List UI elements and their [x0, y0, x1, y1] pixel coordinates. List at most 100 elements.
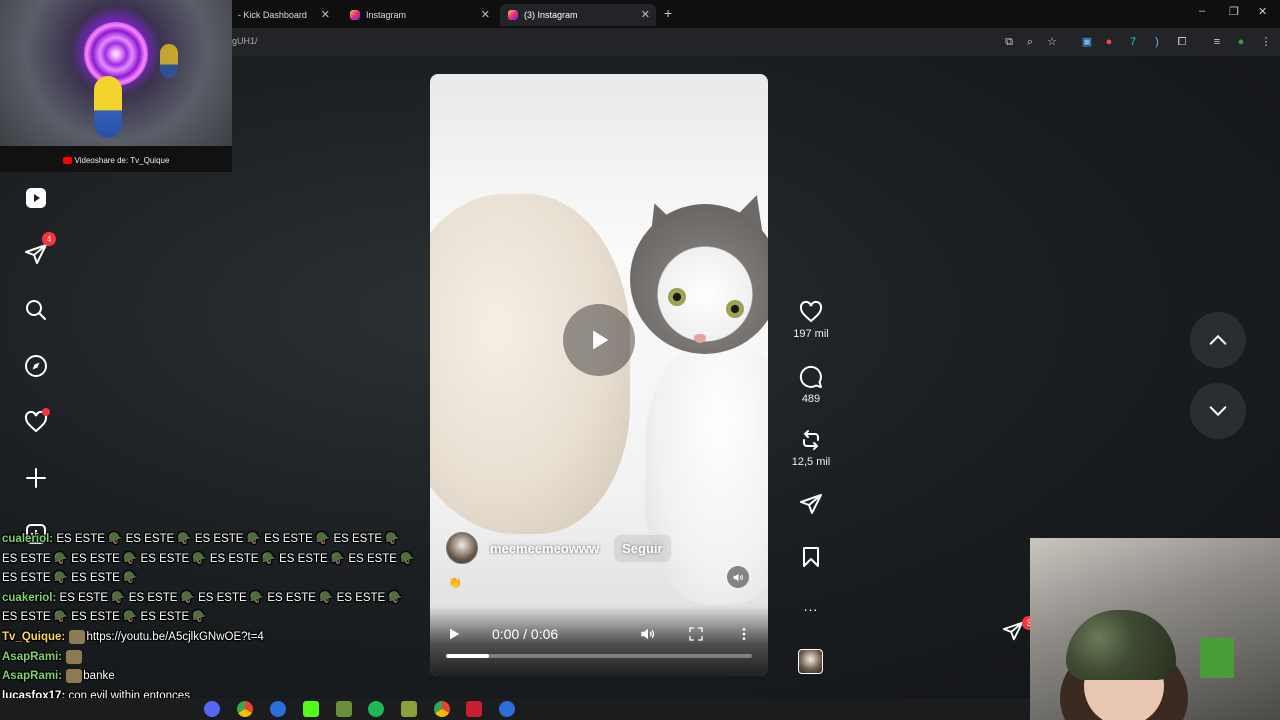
reel-author: meemeemeowww Seguir — [446, 532, 672, 564]
videoshare-overlay: Videoshare de: Tv_Quique — [0, 0, 232, 172]
video-progress-fill — [446, 654, 489, 658]
videoshare-label: Videoshare de: Tv_Quique — [74, 156, 170, 165]
menu-kebab-icon[interactable]: ⋮ — [1258, 34, 1274, 50]
reel-video[interactable]: meemeemeowww Seguir 👏 0:00 / 0:06 — [430, 74, 768, 676]
chevron-down-icon — [1209, 406, 1227, 417]
chat-emote — [69, 629, 86, 644]
sidebar-item-explore[interactable] — [20, 350, 52, 382]
app-icon[interactable] — [270, 701, 286, 717]
close-tab-icon[interactable]: ✕ — [641, 8, 650, 21]
chat-username: AsapRami: — [2, 670, 66, 683]
portal-image — [84, 22, 148, 86]
tab-title: Instagram — [366, 10, 407, 20]
instagram-icon — [350, 10, 360, 20]
tab-instagram[interactable]: Instagram ✕ — [342, 4, 496, 26]
tab-kick-dashboard[interactable]: 7 - Kick Dashboard ✕ — [214, 4, 336, 26]
volume-icon[interactable] — [639, 625, 657, 643]
fullscreen-icon[interactable] — [688, 626, 704, 642]
close-window-button[interactable]: ✕ — [1258, 5, 1267, 18]
chat-username: Tv_Quique: — [2, 630, 69, 643]
cat-nose — [694, 334, 706, 343]
chat-message: ES ESTE 🪖 ES ESTE 🪖 ES ESTE 🪖 — [0, 608, 420, 628]
minecraft-icon[interactable] — [336, 701, 352, 717]
app-icon[interactable] — [499, 701, 515, 717]
zoom-icon[interactable]: ⌕ — [1022, 34, 1038, 50]
discord-icon[interactable] — [204, 701, 220, 717]
save-button[interactable] — [786, 545, 836, 569]
videoshare-video — [0, 0, 232, 146]
sidebar-item-direct[interactable]: 4 — [20, 232, 56, 270]
reading-list-icon[interactable]: ≡ — [1209, 34, 1225, 50]
chat-message: AsapRami: — [0, 648, 420, 668]
cast-icon[interactable]: ⧉ — [1001, 34, 1017, 50]
send-icon — [25, 244, 47, 264]
cat-body-image — [645, 344, 768, 604]
new-tab-button[interactable]: + — [664, 5, 672, 21]
chat-message: ES ESTE 🪖 ES ESTE 🪖 — [0, 569, 420, 589]
chrome-icon[interactable] — [237, 701, 253, 717]
author-username[interactable]: meemeemeowww — [490, 541, 599, 556]
chat-message: AsapRami: banke — [0, 667, 420, 687]
creeper-plush — [1200, 638, 1234, 678]
windows-taskbar — [0, 698, 1030, 720]
floating-messages-button[interactable]: 3 — [1002, 616, 1036, 646]
repost-count: 12,5 mil — [791, 456, 831, 468]
app-icon[interactable] — [466, 701, 482, 717]
mute-button[interactable] — [727, 566, 749, 588]
caption-emoji: 👏 — [448, 577, 462, 589]
more-options-icon[interactable] — [736, 626, 752, 642]
play-icon[interactable] — [446, 626, 462, 642]
previous-reel-button[interactable] — [1190, 312, 1246, 368]
extension-icon[interactable]: ● — [1101, 34, 1117, 50]
avatar[interactable] — [446, 532, 478, 564]
next-reel-button[interactable] — [1190, 383, 1246, 439]
close-tab-icon[interactable]: ✕ — [481, 8, 490, 21]
more-options-button[interactable]: ... — [786, 598, 836, 614]
notification-dot — [42, 408, 50, 416]
app-icon[interactable] — [401, 701, 417, 717]
streamer-webcam — [1030, 538, 1280, 720]
like-button[interactable]: 197 mil — [786, 300, 836, 340]
chat-text: ES ESTE 🪖 ES ESTE 🪖 — [2, 572, 138, 585]
chrome-icon[interactable] — [434, 701, 450, 717]
sidebar-item-search[interactable] — [20, 294, 52, 326]
youtube-icon — [62, 157, 72, 165]
url-field[interactable]: gUH1/ — [232, 36, 258, 46]
spotify-icon[interactable] — [368, 701, 384, 717]
extensions-puzzle-icon[interactable]: ⧠ — [1174, 34, 1190, 50]
cat-head-image — [630, 204, 768, 354]
sidebar-item-create[interactable] — [20, 462, 52, 494]
send-icon — [800, 494, 822, 514]
extension-icon[interactable]: ) — [1149, 34, 1165, 50]
close-tab-icon[interactable]: ✕ — [321, 8, 330, 21]
tab-instagram-active[interactable]: (3) Instagram ✕ — [500, 4, 656, 26]
video-progress-bar[interactable] — [446, 654, 752, 658]
bookmark-star-icon[interactable]: ☆ — [1044, 34, 1060, 50]
extension-icon[interactable]: 7 — [1125, 34, 1141, 50]
repost-icon — [803, 430, 819, 450]
kick-icon[interactable] — [303, 701, 319, 717]
instagram-icon — [508, 10, 518, 20]
play-icon — [593, 330, 609, 350]
extension-icon[interactable]: ▣ — [1079, 34, 1095, 50]
reels-icon — [26, 188, 46, 208]
chat-message: cualeriol: ES ESTE 🪖 ES ESTE 🪖 ES ESTE 🪖… — [0, 530, 420, 550]
send-icon — [1002, 621, 1024, 641]
tab-title: - Kick Dashboard — [237, 10, 307, 20]
cat-eye — [668, 288, 686, 306]
profile-avatar[interactable]: ● — [1233, 34, 1249, 50]
minimize-button[interactable]: – — [1199, 5, 1205, 17]
follow-button[interactable]: Seguir — [613, 533, 672, 563]
sidebar-item-notifications[interactable] — [20, 406, 52, 438]
audio-thumbnail[interactable] — [798, 649, 823, 674]
notification-badge: 4 — [42, 232, 56, 246]
share-button[interactable] — [786, 492, 836, 516]
heart-icon — [799, 300, 823, 323]
comment-button[interactable]: 489 — [786, 365, 836, 405]
restore-button[interactable]: ❐ — [1229, 5, 1239, 18]
repost-button[interactable]: 12,5 mil — [786, 428, 836, 468]
chat-username: cuakeriol: — [2, 591, 60, 604]
play-overlay-button[interactable] — [563, 304, 635, 376]
sidebar-item-reels[interactable] — [20, 182, 52, 214]
comment-count: 489 — [801, 393, 821, 405]
